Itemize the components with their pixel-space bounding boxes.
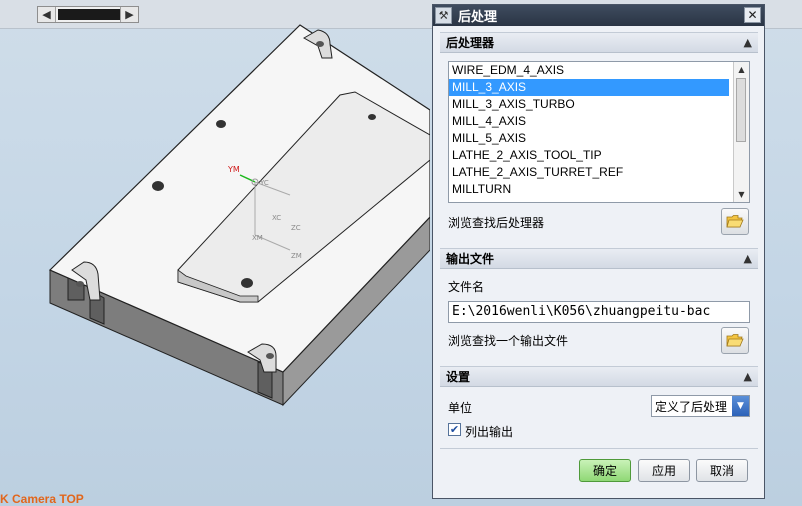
postprocessor-list[interactable]: WIRE_EDM_4_AXIS MILL_3_AXIS MILL_3_AXIS_TU… bbox=[448, 61, 750, 203]
ok-button[interactable]: 确定 bbox=[579, 459, 631, 482]
cancel-button[interactable]: 取消 bbox=[696, 459, 748, 482]
postprocessor-list-item[interactable]: MILL_3_AXIS bbox=[449, 79, 729, 96]
scroll-down-arrow-icon[interactable]: ▼ bbox=[734, 187, 749, 202]
chevron-down-icon[interactable]: ▼ bbox=[732, 396, 749, 416]
postprocessor-list-item[interactable]: MILLTURN bbox=[449, 181, 729, 198]
list-output-label: 列出输出 bbox=[465, 425, 514, 439]
list-output-checkbox[interactable]: ✔ bbox=[448, 423, 461, 436]
postprocess-dialog: ⚒ 后处理 ✕ 后处理器 ▲ WIRE_EDM_4_AXIS MILL_3_AXI… bbox=[432, 4, 765, 499]
axis-label-zm: ZM bbox=[291, 252, 302, 260]
section-header-output-file[interactable]: 输出文件 ▲ bbox=[440, 248, 758, 269]
collapse-icon[interactable]: ▲ bbox=[744, 36, 752, 49]
collapse-icon[interactable]: ▲ bbox=[744, 252, 752, 265]
axis-label-xm: XM bbox=[252, 234, 263, 242]
close-icon[interactable]: ✕ bbox=[744, 7, 761, 23]
folder-open-icon bbox=[726, 215, 744, 228]
output-filename-field[interactable]: E:\2016wenli\K056\zhuangpeitu-bac bbox=[448, 301, 750, 323]
list-vertical-scrollbar[interactable]: ▲ ▼ bbox=[733, 62, 749, 202]
section-title-output-file: 输出文件 bbox=[446, 252, 495, 266]
postprocessor-list-item[interactable]: MILL_5_AXIS bbox=[449, 130, 729, 147]
unit-label: 单位 bbox=[448, 401, 473, 415]
section-title-postprocessor: 后处理器 bbox=[446, 36, 495, 50]
section-header-postprocessor[interactable]: 后处理器 ▲ bbox=[440, 32, 758, 53]
unit-select-value: 定义了后处理 bbox=[655, 399, 728, 414]
wrench-icon[interactable]: ⚒ bbox=[435, 7, 452, 24]
checkmark-icon: ✔ bbox=[449, 423, 460, 436]
part-model-3d: YM YC XC ZC XM ZM bbox=[48, 24, 430, 407]
browse-output-button[interactable] bbox=[721, 327, 749, 354]
axis-label-zc: ZC bbox=[291, 224, 301, 232]
scroll-up-arrow-icon[interactable]: ▲ bbox=[734, 62, 749, 77]
unit-select[interactable]: 定义了后处理 ▼ bbox=[651, 395, 750, 417]
postprocessor-list-item[interactable]: LATHE_2_AXIS_TOOL_TIP bbox=[449, 147, 729, 164]
postprocessor-list-item[interactable]: LATHE_2_AXIS_TURRET_REF bbox=[449, 164, 729, 181]
dialog-title: 后处理 bbox=[458, 10, 498, 25]
axis-label-xc: XC bbox=[272, 214, 281, 222]
list-scroll-thumb[interactable] bbox=[736, 78, 746, 142]
postprocessor-list-item[interactable]: WIRE_EDM_4_AXIS bbox=[449, 62, 729, 79]
postprocessor-list-item[interactable]: MILL_4_AXIS bbox=[449, 113, 729, 130]
postprocessor-list-item[interactable]: MILL_3_AXIS_TURBO bbox=[449, 96, 729, 113]
footer-divider bbox=[440, 448, 758, 449]
browse-output-label: 浏览查找一个输出文件 bbox=[448, 334, 569, 348]
dialog-titlebar[interactable]: ⚒ 后处理 ✕ bbox=[433, 5, 764, 26]
section-header-settings[interactable]: 设置 ▲ bbox=[440, 366, 758, 387]
section-title-settings: 设置 bbox=[446, 370, 471, 384]
filename-label: 文件名 bbox=[448, 280, 485, 294]
browse-postprocessor-label: 浏览查找后处理器 bbox=[448, 216, 545, 230]
apply-button[interactable]: 应用 bbox=[638, 459, 690, 482]
collapse-icon[interactable]: ▲ bbox=[744, 370, 752, 383]
axis-label-yc: YC bbox=[259, 179, 269, 187]
folder-open-icon bbox=[726, 334, 744, 347]
browse-postprocessor-button[interactable] bbox=[721, 208, 749, 235]
camera-label: K Camera TOP bbox=[0, 492, 84, 506]
axis-label-ym: YM bbox=[227, 165, 240, 174]
